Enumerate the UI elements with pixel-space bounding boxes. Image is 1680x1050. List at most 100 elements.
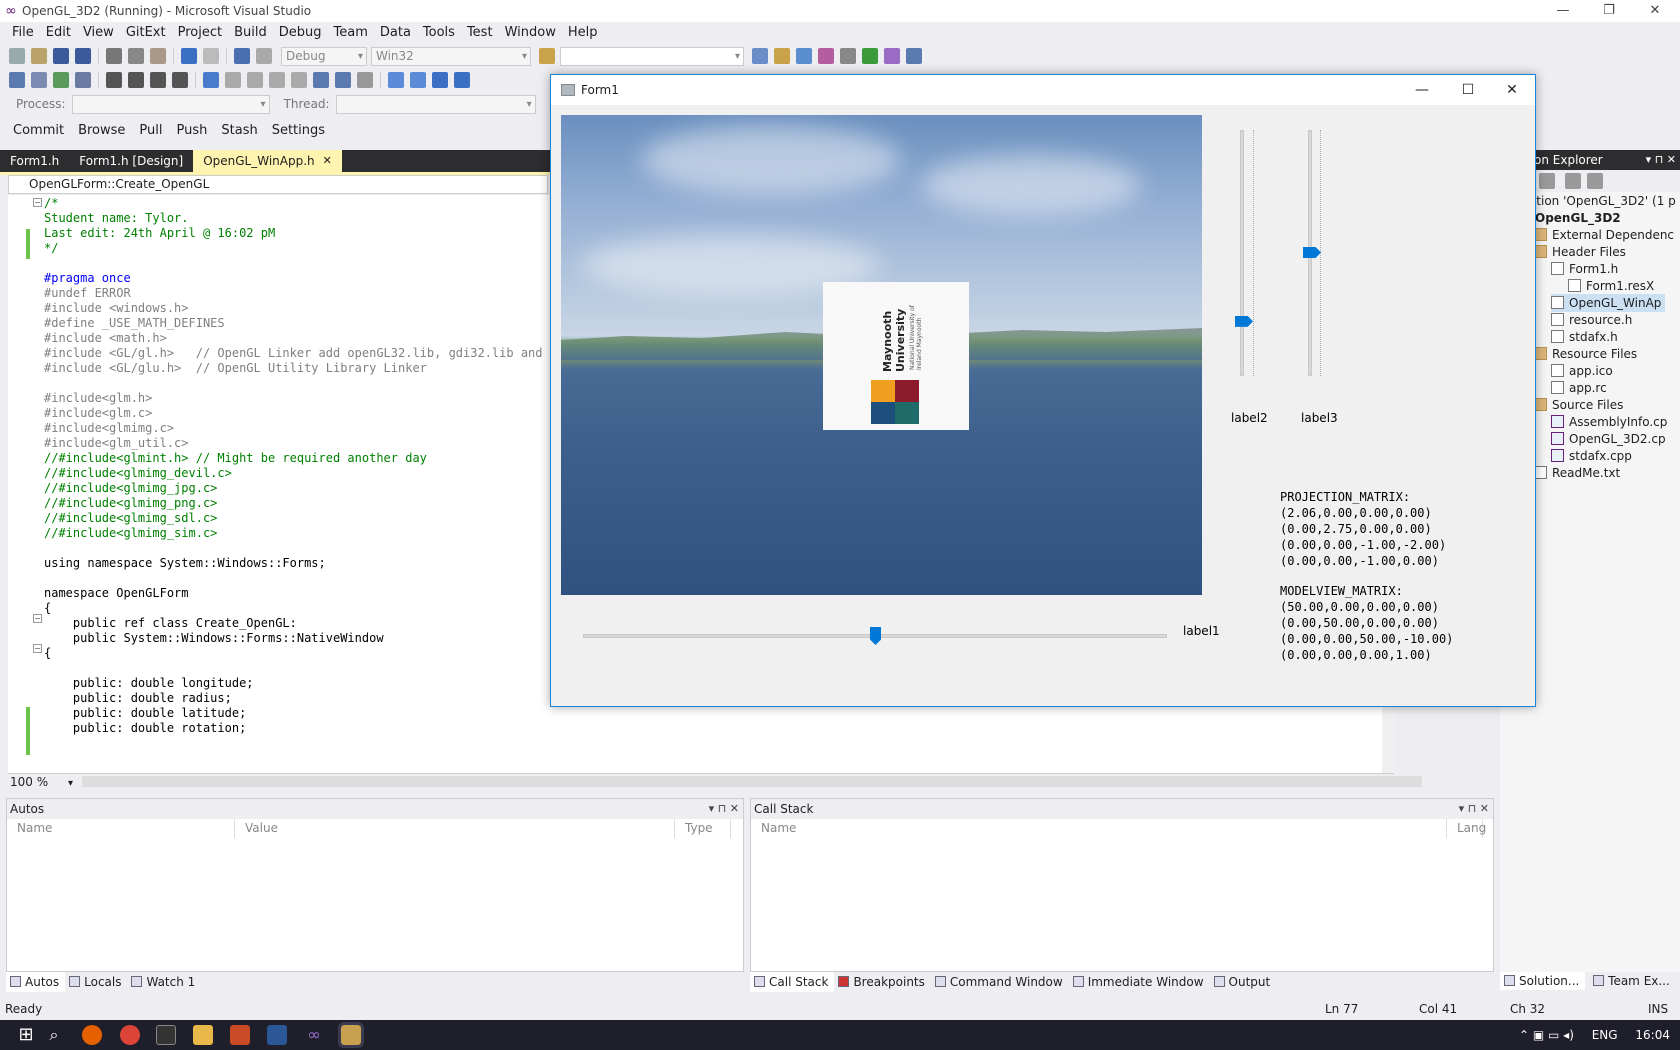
menu-debug[interactable]: Debug [273, 22, 328, 44]
tree-item[interactable]: OpenGL_3D2.cp [1551, 430, 1670, 448]
code-line[interactable]: Last edit: 24th April @ 16:02 pM [44, 225, 275, 241]
code-line[interactable]: { [44, 645, 51, 661]
code-line[interactable]: //#include<glmimg_sdl.c> [44, 510, 217, 526]
debug-icon-3[interactable] [53, 72, 69, 88]
code-line[interactable]: //#include<glmimg_devil.c> [44, 465, 232, 481]
tab-immediate-window[interactable]: Immediate Window [1069, 972, 1210, 992]
menu-window[interactable]: Window [499, 22, 562, 44]
prev-bookmark-folder-icon[interactable] [269, 72, 285, 88]
tree-item[interactable]: stdafx.cpp [1551, 447, 1636, 465]
git-settings-button[interactable]: Settings [265, 123, 332, 138]
tree-item[interactable]: ReadMe.txt [1534, 464, 1624, 482]
code-line[interactable]: #pragma once [44, 270, 131, 286]
file-explorer-icon[interactable] [193, 1025, 213, 1045]
open-file-icon[interactable] [31, 48, 47, 64]
tree-item[interactable]: app.rc [1551, 379, 1611, 397]
running-app-icon[interactable] [338, 1022, 364, 1048]
redo-icon[interactable] [203, 48, 219, 64]
menu-file[interactable]: File [6, 22, 40, 44]
form1-title-bar[interactable]: Form1 — ☐ ✕ [551, 75, 1535, 105]
tree-item[interactable]: OpenGL_WinAp [1551, 294, 1666, 312]
start-page-icon[interactable] [862, 48, 878, 64]
tab-form1-design[interactable]: Form1.h [Design] [69, 150, 193, 172]
prev-bookmark-icon[interactable] [225, 72, 241, 88]
tab-form1-h[interactable]: Form1.h [0, 150, 69, 172]
cut-icon[interactable] [106, 48, 122, 64]
thread-select[interactable] [335, 94, 536, 114]
code-line[interactable]: public: double rotation; [44, 720, 246, 736]
form1-minimize-button[interactable]: — [1399, 75, 1445, 105]
tab-call-stack[interactable]: Call Stack [750, 972, 835, 992]
stop-icon[interactable] [432, 72, 448, 88]
fold-toggle-icon[interactable]: − [33, 198, 42, 207]
home-icon[interactable] [1539, 173, 1555, 189]
code-line[interactable]: #define _USE_MATH_DEFINES [44, 315, 225, 331]
clock[interactable]: 16:04 [1635, 1028, 1670, 1042]
navigate-icon[interactable] [234, 48, 250, 64]
input-language[interactable]: ENG [1592, 1028, 1618, 1042]
code-line[interactable]: #include <GL/gl.h> // OpenGL Linker add … [44, 345, 571, 361]
object-browser-icon[interactable] [796, 48, 812, 64]
code-line[interactable]: //#include<glmimg_png.c> [44, 495, 217, 511]
code-line[interactable]: public ref class Create_OpenGL: [44, 615, 297, 631]
menu-test[interactable]: Test [461, 22, 499, 44]
debug-icon-1[interactable] [9, 72, 25, 88]
continue-debug-icon[interactable] [388, 72, 404, 88]
code-line[interactable]: public System::Windows::Forms::NativeWin… [44, 630, 384, 646]
trackbar3-thumb[interactable] [1303, 247, 1321, 258]
tab-output[interactable]: Output [1210, 972, 1277, 992]
code-line[interactable]: #include <GL/glu.h> // OpenGL Utility Li… [44, 360, 427, 376]
tree-item[interactable]: Form1.h [1551, 260, 1622, 278]
visual-studio-taskbar-icon[interactable]: ∞ [304, 1025, 324, 1045]
zoom-dropdown-icon[interactable]: ▾ [68, 778, 73, 789]
tab-autos[interactable]: Autos [6, 972, 66, 992]
close-tab-icon[interactable]: ✕ [323, 150, 332, 172]
tab-team-explorer[interactable]: Team Ex... [1589, 972, 1676, 990]
git-commit-button[interactable]: Commit [6, 123, 71, 138]
code-line[interactable]: #include<glm.h> [44, 390, 152, 406]
tree-item[interactable]: resource.h [1551, 311, 1636, 329]
close-button[interactable]: ✕ [1632, 0, 1678, 22]
solution-explorer-icon[interactable] [752, 48, 768, 64]
column-type[interactable]: Type [675, 819, 731, 838]
outdent-icon[interactable] [128, 72, 144, 88]
git-stash-button[interactable]: Stash [214, 123, 264, 138]
trackbar1-thumb[interactable] [870, 627, 881, 645]
fold-toggle-icon[interactable]: − [33, 644, 42, 653]
tools-icon[interactable] [840, 48, 856, 64]
trackbar2-track[interactable] [1240, 130, 1244, 376]
tree-item[interactable]: External Dependenc [1534, 226, 1678, 244]
code-line[interactable]: */ [44, 240, 58, 256]
menu-edit[interactable]: Edit [40, 22, 77, 44]
menu-data[interactable]: Data [374, 22, 417, 44]
pane-controls-icon[interactable]: ▾ ⊓ ✕ [1459, 799, 1489, 819]
column-name[interactable]: Name [751, 819, 1447, 838]
zoom-level[interactable]: 100 % [8, 775, 48, 789]
menu-view[interactable]: View [77, 22, 120, 44]
properties-icon[interactable] [1587, 173, 1603, 189]
git-push-button[interactable]: Push [170, 123, 215, 138]
code-line[interactable]: #include<glmimg.c> [44, 420, 174, 436]
fold-toggle-icon[interactable]: − [33, 614, 42, 623]
find-combo[interactable] [560, 46, 744, 66]
tree-item[interactable]: Source Files [1534, 396, 1627, 414]
indent-icon[interactable] [106, 72, 122, 88]
tree-item[interactable]: stdafx.h [1551, 328, 1622, 346]
opengl-viewport[interactable]: Maynooth University National University … [561, 115, 1202, 595]
tab-opengl-winapp-h[interactable]: OpenGL_WinApp.h ✕ [193, 150, 342, 172]
menu-build[interactable]: Build [228, 22, 273, 44]
code-line[interactable]: using namespace System::Windows::Forms; [44, 555, 326, 571]
new-project-icon[interactable] [9, 48, 25, 64]
save-all-icon[interactable] [75, 48, 91, 64]
tree-item[interactable]: Header Files [1534, 243, 1630, 261]
trackbar2-thumb[interactable] [1235, 315, 1253, 327]
code-line[interactable]: #undef ERROR [44, 285, 131, 301]
code-line[interactable]: public: double radius; [44, 690, 232, 706]
code-line[interactable]: //#include<glmimg_jpg.c> [44, 480, 217, 496]
editor-horizontal-scrollbar[interactable] [82, 776, 1422, 787]
code-line[interactable]: Student name: Tylor. [44, 210, 189, 226]
git-pull-button[interactable]: Pull [132, 123, 169, 138]
code-line[interactable]: #include<glm_util.c> [44, 435, 189, 451]
window-layout-icon[interactable] [906, 48, 922, 64]
tab-command-window[interactable]: Command Window [931, 972, 1069, 992]
